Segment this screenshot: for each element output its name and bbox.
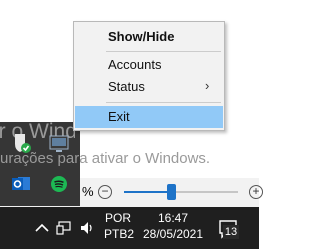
submenu-arrow-icon: › (205, 78, 210, 93)
menu-item-label: Exit (108, 109, 130, 124)
network-icon[interactable] (56, 221, 72, 235)
clock-time: 16:47 (157, 211, 189, 225)
menu-item-label: Show/Hide (108, 29, 175, 44)
menu-item-label: Accounts (108, 57, 162, 72)
taskbar: POR PTB2 16:47 28/05/2021 13 (0, 207, 259, 249)
tray-context-menu: Show/Hide Accounts Status › Exit (73, 21, 225, 131)
menu-item-show-hide[interactable]: Show/Hide (75, 26, 223, 48)
language-code: POR (104, 211, 131, 225)
menu-item-exit[interactable]: Exit (75, 106, 223, 128)
chevron-up-icon[interactable] (34, 221, 50, 235)
menu-item-status[interactable]: Status › (75, 76, 223, 98)
volume-slider-fill (124, 191, 172, 193)
menu-item-accounts[interactable]: Accounts (75, 54, 223, 76)
outlook-icon[interactable] (10, 173, 32, 195)
clock[interactable]: 16:47 28/05/2021 (139, 210, 207, 242)
shield-check-icon[interactable] (10, 132, 32, 154)
menu-item-label: Status (108, 79, 145, 94)
keyboard-layout-code: PTB2 (104, 227, 135, 241)
menu-separator (106, 102, 221, 103)
spotify-icon[interactable] (48, 173, 70, 195)
input-language-indicator[interactable]: POR PTB2 (104, 210, 135, 242)
volume-increase-button[interactable]: + (249, 185, 263, 199)
clock-date: 28/05/2021 (142, 227, 204, 241)
volume-percent-label: % (82, 184, 94, 199)
volume-slider-thumb[interactable] (167, 184, 177, 200)
volume-decrease-button[interactable]: − (98, 185, 112, 199)
notification-count-badge: 13 (223, 225, 239, 239)
screen-capture-icon[interactable] (48, 133, 70, 155)
speaker-icon[interactable] (79, 220, 95, 236)
menu-separator (106, 51, 221, 52)
